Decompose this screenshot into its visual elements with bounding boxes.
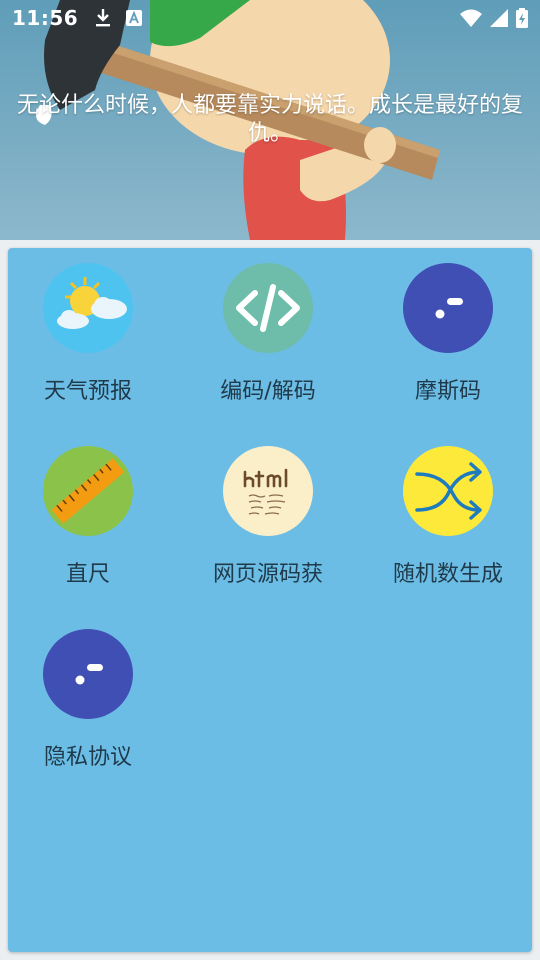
download-icon [96,9,111,27]
status-bar: 11:56 [0,0,540,36]
signal-icon [490,9,508,27]
tool-label: 直尺 [65,562,110,587]
shuffle-icon [403,446,493,536]
ruler-icon [43,446,133,536]
privacy-icon [43,629,133,719]
status-time: 11:56 [12,6,79,30]
tool-ruler[interactable]: 直尺 [0,431,178,601]
tool-label: 隐私协议 [43,745,132,770]
tool-label: 随机数生成 [392,562,503,587]
tool-morse[interactable]: 摩斯码 [358,248,538,418]
tool-weather[interactable]: 天气预报 [0,248,178,418]
tool-label: 网页源码获 [212,562,323,587]
html-icon [223,446,313,536]
tool-codec[interactable]: 编码/解码 [178,248,358,418]
weather-icon [43,263,133,353]
banner-quote: 无论什么时候，人都要靠实力说话。成长是最好的复仇。 [16,93,523,146]
tool-label: 天气预报 [43,379,132,404]
tool-label: 编码/解码 [220,379,316,404]
a-notification-icon [126,10,143,26]
header-banner: 11:56 无论什么时候，人都要靠实力说话。成长是最好的复仇。 [0,0,540,240]
tool-label: 摩斯码 [414,379,481,404]
battery-charging-icon [516,8,528,28]
code-icon [223,263,313,353]
tool-privacy-policy[interactable]: 隐私协议 [0,614,178,784]
wifi-icon [460,9,482,27]
morse-icon [403,263,493,353]
tool-html-source[interactable]: 网页源码获 [178,431,358,601]
tools-card: 天气预报 编码/解码 摩斯码 直尺 网页源码获 随机数生成 隐私协议 [8,248,532,952]
tool-random-number[interactable]: 随机数生成 [358,431,538,601]
